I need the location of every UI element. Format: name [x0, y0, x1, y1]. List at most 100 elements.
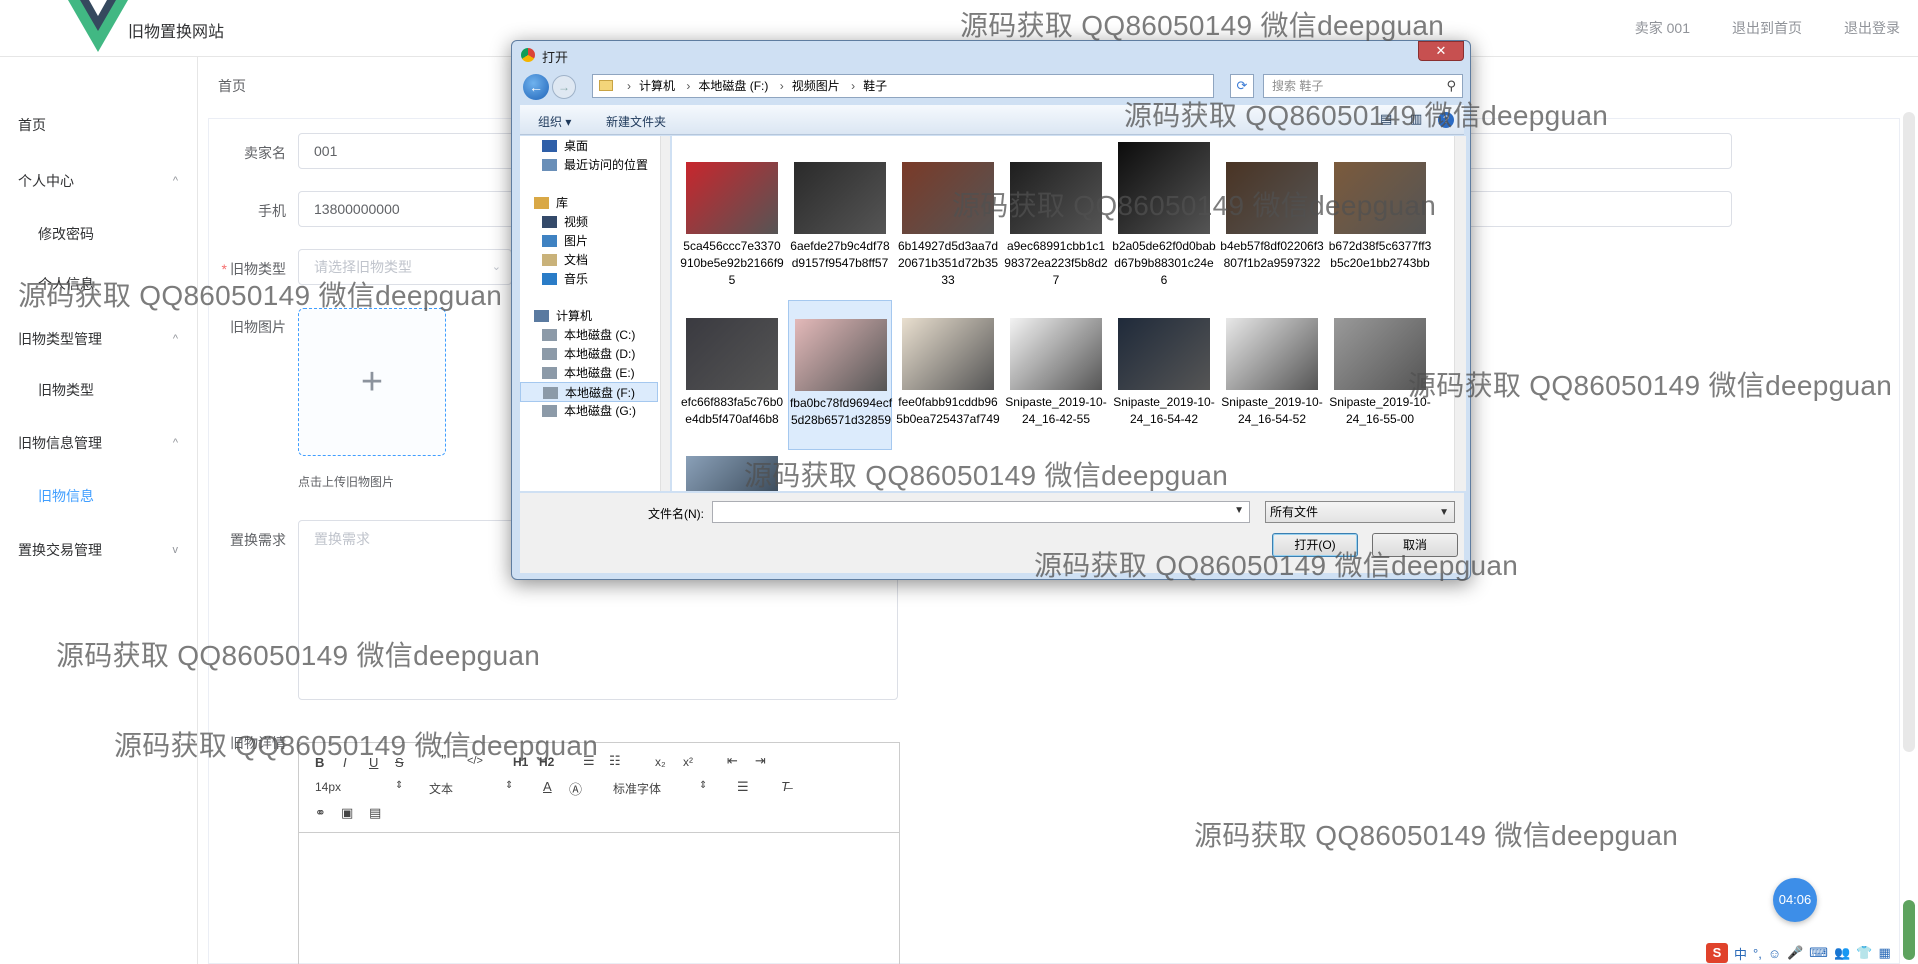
sidebar-group-type-management[interactable]: 旧物类型管理 ^: [0, 319, 198, 359]
file-item[interactable]: Snipaste_2019-10-24_16-54-42: [1112, 300, 1216, 450]
organize-button[interactable]: 组织 ▾: [538, 113, 571, 130]
header-style-select[interactable]: 文本: [429, 780, 453, 797]
search-input[interactable]: 搜索 鞋子 ⚲: [1263, 74, 1463, 98]
nav-item-video[interactable]: 视频: [520, 212, 658, 232]
cancel-button[interactable]: 取消: [1372, 533, 1458, 557]
file-item[interactable]: a9ec68991cbb1c198372ea223f5b8d27: [1004, 144, 1108, 294]
view-options-icon[interactable]: ▤: [1380, 111, 1392, 127]
bullet-list-icon[interactable]: ☷: [609, 753, 621, 769]
file-item[interactable]: Snipaste_2019-10-24_16-55-00: [1328, 300, 1432, 450]
refresh-icon[interactable]: ⟳: [1230, 74, 1254, 98]
indent-icon[interactable]: ⇥: [755, 753, 766, 769]
nav-item-drive[interactable]: 本地磁盘 (D:): [520, 344, 658, 364]
keyboard-icon[interactable]: ⌨: [1809, 945, 1828, 961]
breadcrumb[interactable]: 首页: [218, 76, 246, 96]
ordered-list-icon[interactable]: ☰: [583, 753, 595, 769]
nav-item-drive[interactable]: 本地磁盘 (G:): [520, 401, 658, 421]
help-icon[interactable]: ?: [1438, 112, 1454, 128]
file-item[interactable]: Snipaste_2019-10-24_16-42-55: [1004, 300, 1108, 450]
file-item[interactable]: b2a05de62f0d0babd67b9b88301c24e6: [1112, 142, 1216, 294]
seller-account-link[interactable]: 卖家 001: [1635, 18, 1690, 38]
blockquote-icon[interactable]: ”: [441, 753, 446, 771]
heading1-icon[interactable]: H1: [513, 755, 528, 769]
nav-item-documents[interactable]: 文档: [520, 250, 658, 270]
emoji-icon[interactable]: ☺: [1768, 946, 1781, 961]
nav-item-music[interactable]: 音乐: [520, 269, 658, 289]
path-segment[interactable]: 鞋子: [863, 79, 887, 93]
file-item[interactable]: b672d38f5c6377ff3b5c20e1bb2743bb: [1328, 144, 1432, 294]
align-icon[interactable]: ☰: [737, 779, 749, 795]
sogou-icon[interactable]: S: [1706, 943, 1728, 963]
file-item[interactable]: efc66f883fa5c76b0e4db5f470af46b8: [680, 300, 784, 450]
path-segment[interactable]: 本地磁盘 (F:): [698, 79, 768, 93]
sidebar-item-personal-info[interactable]: 个人信息: [0, 264, 198, 304]
nav-item-library[interactable]: 库: [520, 193, 658, 213]
file-list-scrollbar[interactable]: [1454, 136, 1466, 491]
exit-to-home-link[interactable]: 退出到首页: [1732, 18, 1802, 38]
forward-arrow-icon[interactable]: →: [552, 75, 576, 99]
file-item[interactable]: b4eb57f8df02206f3807f1b2a9597322: [1220, 144, 1324, 294]
image-icon[interactable]: ▣: [341, 805, 353, 821]
nav-item-drive[interactable]: 本地磁盘 (E:): [520, 363, 658, 383]
open-button[interactable]: 打开(O): [1272, 533, 1358, 557]
nav-item-drive[interactable]: 本地磁盘 (C:): [520, 325, 658, 345]
underline-icon[interactable]: U: [369, 755, 378, 770]
clear-format-icon[interactable]: T̶: [781, 779, 789, 794]
rich-text-editor[interactable]: B I U S ” </> H1 H2 ☰ ☷ x₂ x² ⇤ ⇥ 14px ⇕…: [298, 742, 900, 964]
nav-item-pictures[interactable]: 图片: [520, 231, 658, 251]
page-scrollbar[interactable]: [1903, 112, 1915, 752]
sidebar-item-change-password[interactable]: 修改密码: [0, 214, 198, 254]
sidebar-group-exchange-management[interactable]: 置换交易管理 v: [0, 530, 198, 570]
new-folder-button[interactable]: 新建文件夹: [606, 113, 666, 130]
address-bar[interactable]: › 计算机 › 本地磁盘 (F:) › 视频图片 › 鞋子: [592, 74, 1214, 98]
toolbox-icon[interactable]: ▦: [1878, 945, 1890, 961]
path-segment[interactable]: 计算机: [639, 79, 675, 93]
font-color-icon[interactable]: A: [543, 779, 552, 794]
italic-icon[interactable]: I: [343, 755, 347, 770]
floating-clock[interactable]: 04:06: [1773, 878, 1817, 922]
dropdown-arrow-icon[interactable]: ▼: [1234, 505, 1244, 516]
back-arrow-icon[interactable]: ←: [523, 74, 549, 100]
strikethrough-icon[interactable]: S: [395, 755, 404, 770]
filename-input[interactable]: ▼: [712, 501, 1250, 523]
file-type-filter[interactable]: 所有文件 ▼: [1265, 501, 1455, 523]
background-color-icon[interactable]: Ⓐ: [569, 779, 582, 798]
item-type-select[interactable]: 请选择旧物类型 ⌄: [298, 249, 512, 285]
user-icon[interactable]: 👥: [1834, 945, 1850, 961]
heading2-icon[interactable]: H2: [539, 755, 554, 769]
font-family-select[interactable]: 标准字体: [613, 780, 661, 797]
sidebar-item-item-info[interactable]: 旧物信息: [0, 476, 198, 516]
logout-link[interactable]: 退出登录: [1844, 18, 1900, 38]
file-item[interactable]: 5ca456ccc7e3370910be5e92b2166f95: [680, 144, 784, 294]
nav-scrollbar[interactable]: [660, 136, 670, 491]
sidebar-item-item-type[interactable]: 旧物类型: [0, 370, 198, 410]
sidebar-group-personal-center[interactable]: 个人中心 ^: [0, 161, 198, 201]
code-icon[interactable]: </>: [467, 755, 483, 767]
bold-icon[interactable]: B: [315, 755, 324, 770]
file-item[interactable]: fee0fabb91cddb965b0ea725437af749: [896, 300, 1000, 450]
outdent-icon[interactable]: ⇤: [727, 753, 738, 769]
nav-item-recent[interactable]: 最近访问的位置: [520, 155, 658, 175]
skin-icon[interactable]: 👕: [1856, 945, 1872, 961]
file-item[interactable]: Snipaste_2019-10-24_16-54-52: [1220, 300, 1324, 450]
close-button[interactable]: ✕: [1418, 41, 1464, 61]
sidebar-group-info-management[interactable]: 旧物信息管理 ^: [0, 423, 198, 463]
image-uploader[interactable]: +: [298, 308, 446, 456]
file-item[interactable]: fba0bc78fd9694ecf5d28b6571d32859: [788, 300, 892, 450]
sidebar-item-home[interactable]: 首页: [0, 105, 198, 145]
chinese-mode-icon[interactable]: 中: [1734, 944, 1747, 963]
microphone-icon[interactable]: 🎤: [1787, 945, 1803, 961]
preview-pane-icon[interactable]: ▥: [1410, 111, 1422, 127]
superscript-icon[interactable]: x²: [683, 755, 693, 769]
nav-item-drive[interactable]: 本地磁盘 (F:): [520, 382, 658, 402]
nav-item-desktop[interactable]: 桌面: [520, 136, 658, 156]
nav-item-computer[interactable]: 计算机: [520, 306, 658, 326]
subscript-icon[interactable]: x₂: [655, 755, 666, 769]
punctuation-icon[interactable]: °,: [1753, 946, 1762, 961]
path-segment[interactable]: 视频图片: [792, 79, 840, 93]
file-item[interactable]: 6aefde27b9c4df78d9157f9547b8ff57: [788, 144, 892, 294]
link-icon[interactable]: ⚭: [315, 805, 326, 821]
font-size-select[interactable]: 14px: [315, 780, 341, 794]
file-item[interactable]: 6b14927d5d3aa7d20671b351d72b3533: [896, 144, 1000, 294]
video-icon[interactable]: ▤: [369, 805, 381, 821]
